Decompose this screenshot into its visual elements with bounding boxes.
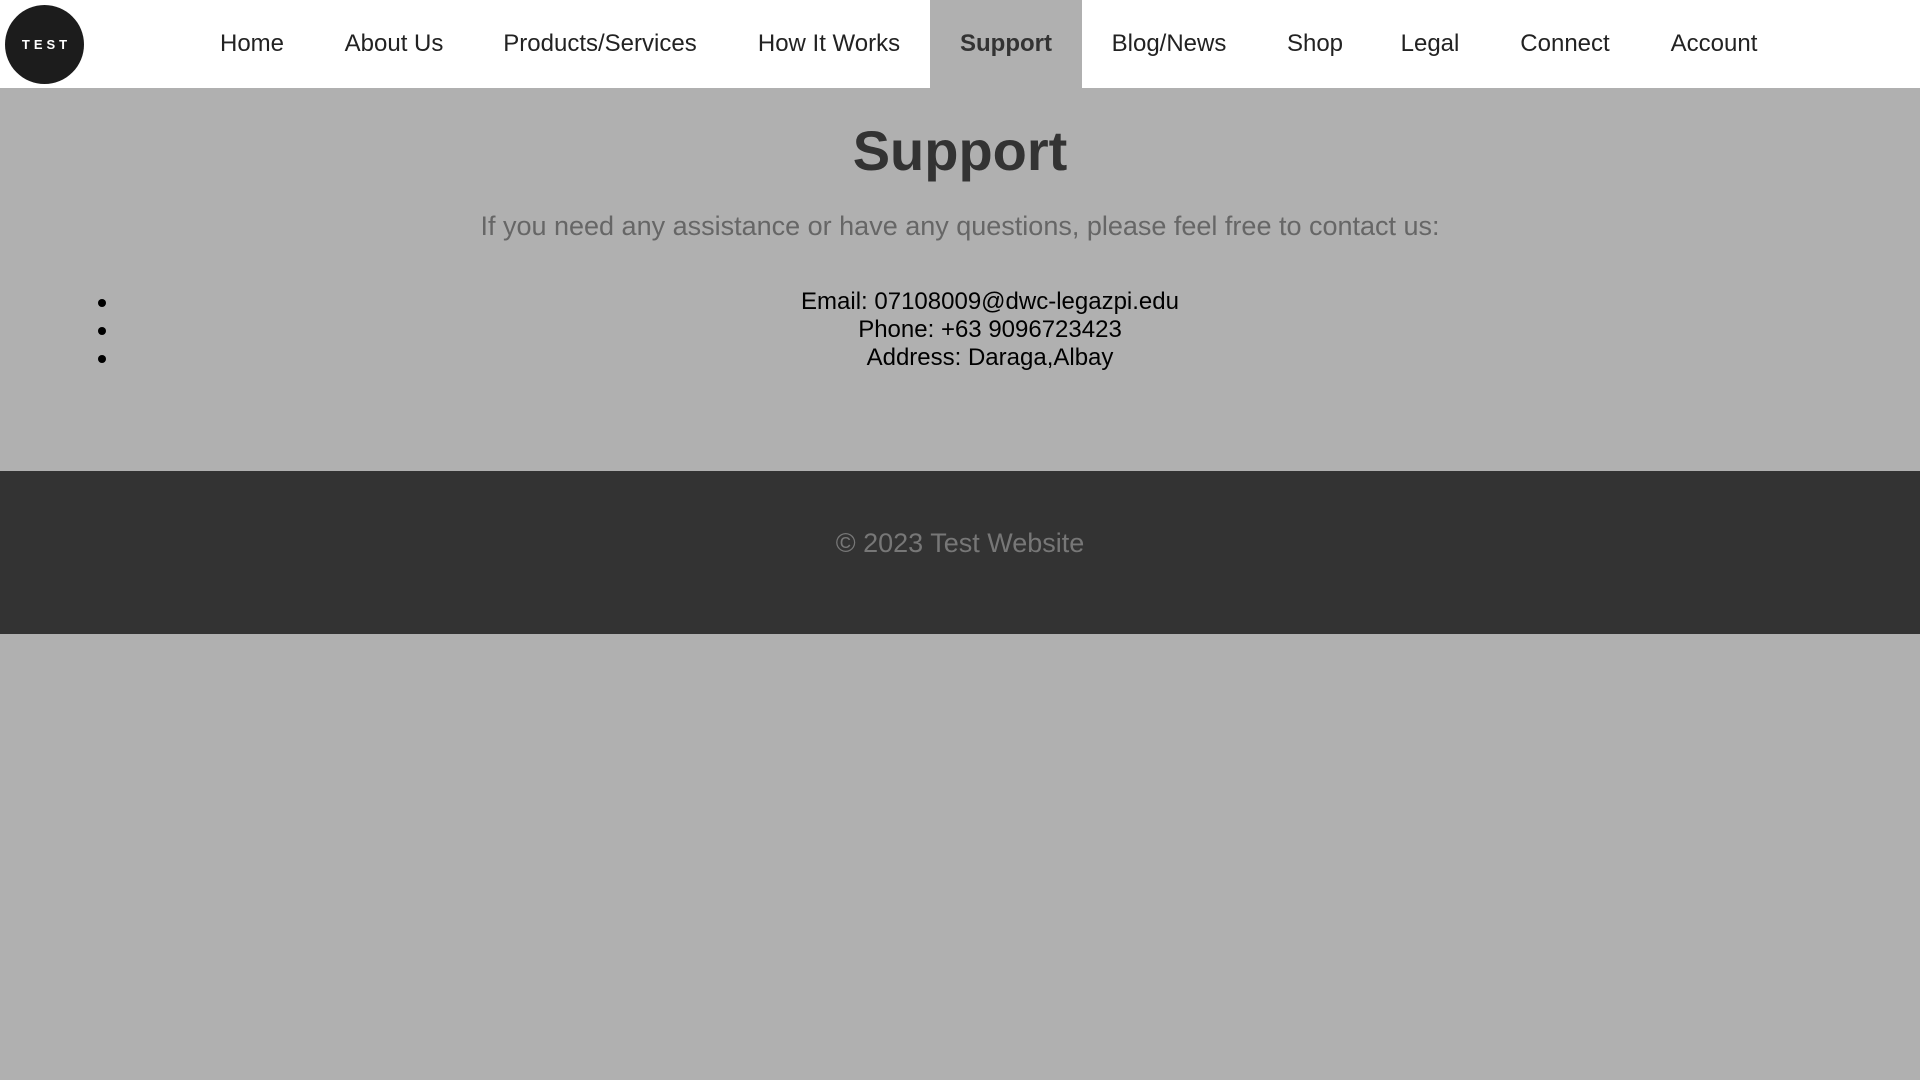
nav-item-home[interactable]: Home (197, 0, 307, 88)
nav-item-account[interactable]: Account (1655, 0, 1773, 88)
contact-email-text[interactable]: Email: 07108009@dwc-legazpi.edu (801, 288, 1179, 315)
footer-copyright: © 2023 Test Website (835, 528, 1085, 558)
nav-item-about-us[interactable]: About Us (320, 0, 468, 88)
nav-item-legal[interactable]: Legal (1380, 0, 1480, 88)
page-footer: © 2023 Test Website (0, 471, 1920, 634)
nav-item-how-it-works[interactable]: How It Works (740, 0, 918, 88)
contact-phone-text[interactable]: Phone: +63 9096723423 (858, 316, 1122, 343)
bullet-icon (98, 299, 106, 307)
top-navigation-bar: TEST Home About Us Products/Services How… (0, 0, 1920, 88)
bullet-icon (98, 327, 106, 335)
contact-phone: Phone: +63 9096723423 (0, 316, 1920, 344)
support-section: Support If you need any assistance or ha… (0, 88, 1920, 471)
support-intro-text: If you need any assistance or have any q… (480, 211, 1440, 241)
nav-item-connect[interactable]: Connect (1505, 0, 1625, 88)
contact-list: Email: 07108009@dwc-legazpi.edu Phone: +… (0, 288, 1920, 372)
nav-item-support[interactable]: Support (930, 0, 1082, 88)
nav-item-products-services[interactable]: Products/Services (485, 0, 715, 88)
main-nav: Home About Us Products/Services How It W… (0, 0, 1920, 88)
contact-email: Email: 07108009@dwc-legazpi.edu (0, 288, 1920, 316)
page-title: Support (852, 119, 1068, 182)
bullet-icon (98, 355, 106, 363)
contact-address-text: Address: Daraga,Albay (866, 344, 1114, 371)
nav-item-blog-news[interactable]: Blog/News (1095, 0, 1243, 88)
nav-item-shop[interactable]: Shop (1260, 0, 1370, 88)
contact-address: Address: Daraga,Albay (0, 344, 1920, 372)
